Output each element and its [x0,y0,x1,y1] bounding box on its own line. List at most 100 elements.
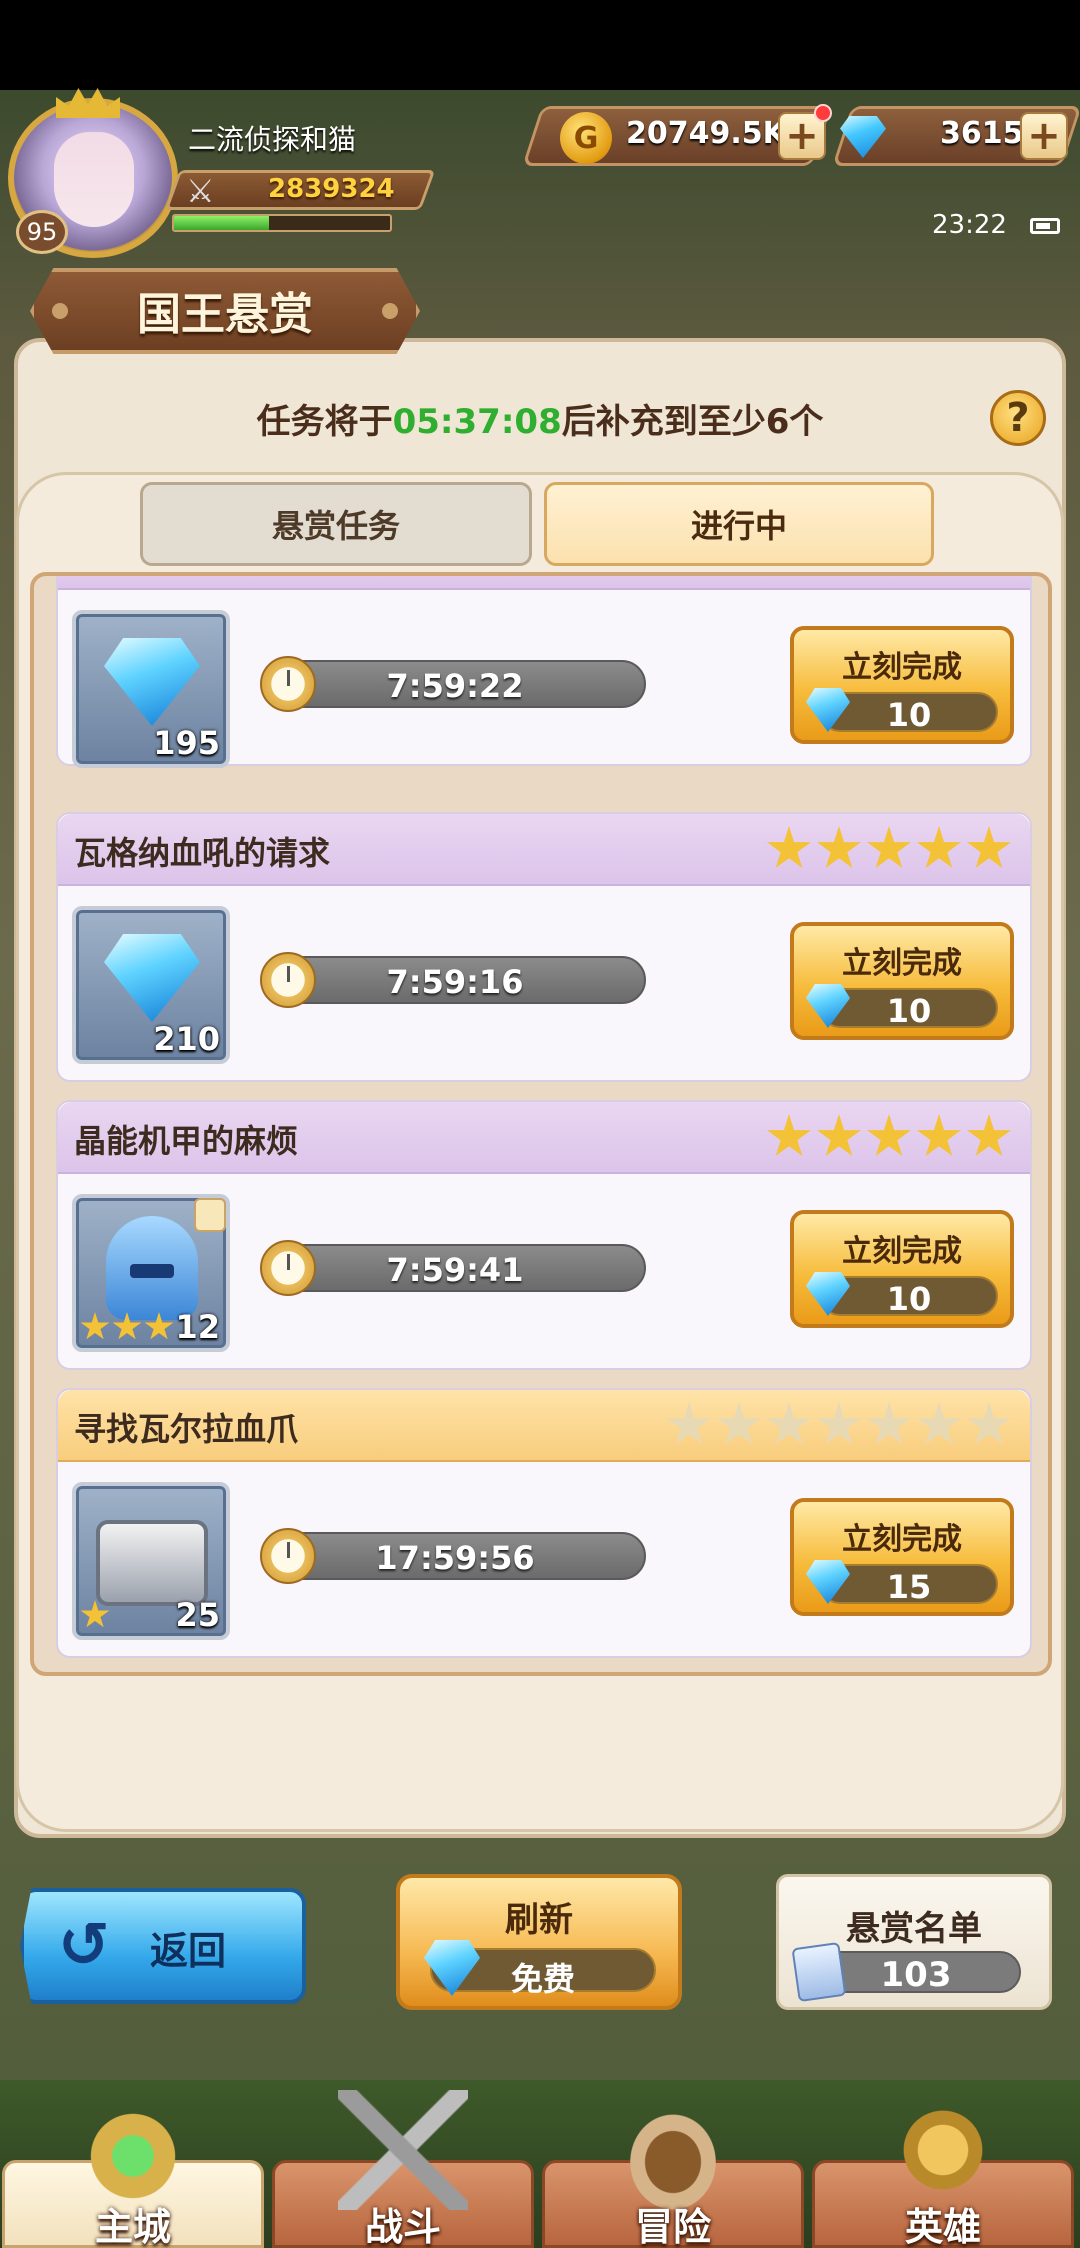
battery-icon [1030,218,1060,234]
city-emblem-icon [68,2090,198,2210]
countdown-bar: 7:59:41 [260,1240,646,1296]
reward-count: 12 [175,1308,220,1346]
countdown-text: 17:59:56 [375,1539,535,1577]
cost-pill: 10 [806,1272,998,1318]
roster-label: 悬赏名单 [846,1909,982,1949]
reward-count: 25 [175,1596,220,1634]
star-icon [816,1114,862,1156]
clock-time: 23:22 [932,210,1007,240]
status-bar-black [0,0,1080,90]
countdown-text: 7:59:22 [386,667,524,705]
complete-now-label: 立刻完成 [842,1234,962,1269]
refresh-button[interactable]: 刷新 免费 [396,1874,682,2010]
countdown-bar: 7:59:16 [260,952,646,1008]
star-icon [966,1402,1012,1444]
exp-bar-fill [174,216,270,230]
difficulty-stars [766,1114,1012,1160]
page-title: 国王悬赏 [137,289,313,340]
reward-count: 195 [153,724,220,762]
refresh-cost-pill: 免费 [424,1940,656,1998]
star-icon [916,1402,962,1444]
cost-value: 15 [886,1568,932,1606]
cost-pill: 15 [806,1560,998,1606]
reward-item[interactable]: 195 [72,610,230,768]
power-value: 2839324 [268,174,395,204]
task-list[interactable]: 195 7:59:22 立刻完成 10 瓦格纳血吼的请求 210 7:59:16… [30,572,1052,1676]
star-icon [766,1114,812,1156]
hero-emblem-icon [878,2090,1008,2210]
countdown-bar: 17:59:56 [260,1528,646,1584]
complete-now-button[interactable]: 立刻完成 10 [790,626,1014,744]
task-name: 晶能机甲的麻烦 [74,1122,299,1160]
star-icon [816,1402,862,1444]
reward-item[interactable]: 25 [72,1482,230,1640]
task-card: 瓦格纳血吼的请求 210 7:59:16 立刻完成 10 [56,812,1032,1082]
complete-now-button[interactable]: 立刻完成 15 [790,1498,1014,1616]
gem-icon [104,934,200,1022]
roster-count: 103 [880,1955,952,1995]
gem-value: 3615 [940,116,1024,151]
gold-coin-icon: G [560,112,612,164]
fragment-icon [194,1198,226,1232]
complete-now-button[interactable]: 立刻完成 10 [790,1210,1014,1328]
countdown-text: 7:59:16 [386,963,524,1001]
adventure-icon [608,2090,738,2210]
task-card: 寻找瓦尔拉血爪 25 17:59:56 立刻完成 15 [56,1388,1032,1658]
player-level-badge: 95 [16,210,68,254]
nav-label-hero: 英雄 [904,2205,981,2248]
notification-dot [814,104,832,122]
reward-item[interactable]: 12 [72,1194,230,1352]
exp-bar [172,214,392,232]
star-icon [80,1600,110,1628]
complete-now-label: 立刻完成 [842,1522,962,1557]
roster-count-pill: 103 [791,1941,1021,2003]
star-icon [916,1114,962,1156]
task-name: 寻找瓦尔拉血爪 [74,1410,299,1448]
add-gems-button[interactable]: + [1020,112,1068,160]
crossed-swords-icon: ⚔ [186,172,215,210]
star-icon [866,826,912,868]
refill-timer: 任务将于05:37:08后补充到至少6个 [0,394,1080,443]
star-icon [816,826,862,868]
task-card: 晶能机甲的麻烦 12 7:59:41 立刻完成 10 [56,1100,1032,1370]
reward-item[interactable]: 210 [72,906,230,1064]
avatar-face [54,132,134,227]
help-button[interactable]: ? [990,390,1046,446]
gold-value: 20749.5K [626,116,786,151]
complete-now-button[interactable]: 立刻完成 10 [790,922,1014,1040]
star-icon [766,826,812,868]
task-header: 晶能机甲的麻烦 [58,1102,1030,1174]
player-name: 二流侦探和猫 [188,123,357,156]
cost-pill: 10 [806,688,998,734]
back-label: 返回 [150,1929,227,1973]
task-header: 寻找瓦尔拉血爪 [58,1390,1030,1462]
task-card: 195 7:59:22 立刻完成 10 [56,576,1032,768]
tab-in-progress[interactable]: 进行中 [544,482,934,566]
star-icon [766,1402,812,1444]
nav-label-main-city: 主城 [94,2205,171,2248]
countdown-bar: 7:59:22 [260,656,646,712]
gem-icon [104,638,200,726]
item-stars [80,1600,110,1630]
refresh-cost: 免费 [510,1960,575,1998]
cost-pill: 10 [806,984,998,1030]
chest-icon [96,1520,208,1606]
nav-label-adventure: 冒险 [634,2205,711,2248]
countdown-text: 7:59:41 [386,1251,524,1289]
difficulty-stars [666,1402,1012,1448]
task-header: 瓦格纳血吼的请求 [58,814,1030,886]
crossed-swords-icon [338,2090,468,2210]
star-icon [966,1114,1012,1156]
star-icon [866,1402,912,1444]
star-icon [866,1114,912,1156]
bounty-roster-button[interactable]: 悬赏名单 103 [776,1874,1052,2010]
refresh-label: 刷新 [505,1900,573,1940]
star-icon [916,826,962,868]
back-arrow-icon: ↺ [58,1908,110,1981]
complete-now-label: 立刻完成 [842,946,962,981]
nav-label-battle: 战斗 [364,2205,441,2248]
timer-suffix: 后补充到至少6个 [561,402,824,442]
complete-now-label: 立刻完成 [842,650,962,685]
tab-bounty-tasks[interactable]: 悬赏任务 [140,482,532,566]
star-icon [716,1402,762,1444]
